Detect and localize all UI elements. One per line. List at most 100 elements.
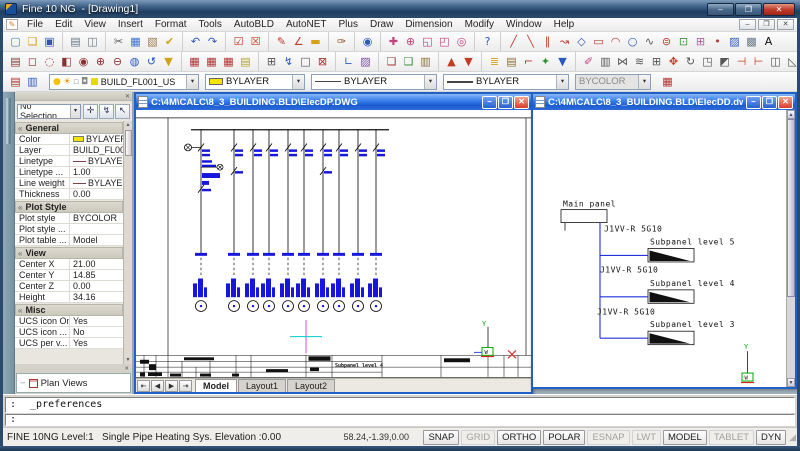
window-elecdp[interactable]: C:\4M\CALC\8_3_BUILDING.BLD\ElecDP.DWG –… — [134, 92, 533, 394]
menu-draw[interactable]: Draw — [364, 19, 399, 30]
chamfer-icon[interactable]: ◺ — [784, 53, 797, 70]
empty-box-icon[interactable]: □ — [297, 53, 314, 70]
scroll-down-icon[interactable]: ▼ — [787, 378, 795, 387]
toggle-snap[interactable]: SNAP — [423, 430, 459, 445]
elecdp-title-bar[interactable]: C:\4M\CALC\8_3_BUILDING.BLD\ElecDP.DWG –… — [136, 94, 531, 110]
plan-views-item[interactable]: − Plan Views — [16, 373, 131, 393]
section-misc[interactable]: «Misc — [15, 304, 123, 316]
sketch-icon[interactable]: ✎ — [273, 33, 290, 50]
extend-icon[interactable]: ⊢ — [750, 53, 767, 70]
palette-scrollbar[interactable]: ▲ ▼ — [123, 121, 132, 364]
toggle-lwt[interactable]: LWT — [632, 430, 661, 445]
array-icon[interactable]: ⊞ — [648, 53, 665, 70]
fine-table-2-icon[interactable]: ▦ — [203, 53, 220, 70]
selection-dropdown-arrow[interactable]: ▾ — [70, 105, 80, 118]
pan-icon[interactable]: ✚ — [385, 33, 402, 50]
scroll-up-icon[interactable]: ▲ — [787, 110, 795, 119]
undo-icon[interactable]: ↶ — [187, 33, 204, 50]
zoom-realtime-icon[interactable]: ⊕ — [402, 33, 419, 50]
property-value[interactable] — [70, 224, 123, 234]
linetype-select[interactable]: BYLAYER ▾ — [311, 74, 437, 90]
spline-icon[interactable]: ∿ — [641, 33, 658, 50]
print-icon[interactable]: ▤ — [67, 33, 84, 50]
quick-select-icon[interactable]: ↯ — [99, 104, 114, 119]
make-block-icon[interactable]: ⊞ — [692, 33, 709, 50]
zoom-dynamic-icon[interactable]: ◌ — [41, 53, 58, 70]
copy-icon[interactable]: ▦ — [127, 33, 144, 50]
zoom-window-2-icon[interactable]: ◻ — [24, 53, 41, 70]
maximize-button[interactable]: ❐ — [735, 3, 762, 16]
open-icon[interactable]: ❏ — [24, 33, 41, 50]
sheets-icon[interactable]: ▥ — [417, 53, 434, 70]
menu-dimension[interactable]: Dimension — [399, 19, 458, 30]
multiline-icon[interactable]: ∥ — [539, 33, 556, 50]
polyline-icon[interactable]: ↝ — [556, 33, 573, 50]
property-value[interactable]: BYLAYER — [70, 178, 123, 188]
toggle-value-icon[interactable]: ✛ — [83, 104, 98, 119]
ruler-icon[interactable]: ▬ — [307, 33, 324, 50]
text-icon[interactable]: A — [760, 33, 777, 50]
property-value[interactable]: 0.00 — [70, 281, 123, 291]
menu-plus[interactable]: Plus — [333, 19, 364, 30]
menu-format[interactable]: Format — [149, 19, 193, 30]
mdi-minimize-button[interactable]: – — [739, 19, 756, 30]
toggle-dyn[interactable]: DYN — [756, 430, 786, 445]
scroll-up-icon[interactable]: ▲ — [126, 121, 131, 129]
layer-dropdown-arrow[interactable]: ▾ — [186, 75, 198, 89]
color-bars-icon[interactable]: ≣ — [486, 53, 503, 70]
scale-icon[interactable]: ◳ — [699, 53, 716, 70]
window-elecdd[interactable]: C:\4M\CALC\8_3_BUILDING.BLD\ElecDD.dwg –… — [531, 92, 797, 389]
selection-combo[interactable]: No Selection ▾ — [17, 104, 81, 119]
resize-grip[interactable]: ◢ — [788, 432, 797, 443]
color-select[interactable]: BYLAYER ▾ — [205, 74, 305, 90]
app-title-bar[interactable]: Fine 10 NG - [Drawing1] – ❐ ✕ — [0, 0, 800, 18]
poly-edit-icon[interactable]: ↯ — [280, 53, 297, 70]
section-general[interactable]: «General — [15, 122, 123, 134]
3d-orbit-icon[interactable]: ↺ — [143, 53, 160, 70]
elecdp-canvas[interactable]: Subpanel level 4 Y W — [136, 110, 531, 378]
batch-plot-icon[interactable]: ☒ — [247, 33, 264, 50]
color-dropdown-arrow[interactable]: ▾ — [292, 75, 304, 89]
scrollbar-thumb[interactable] — [125, 130, 132, 156]
menu-modify[interactable]: Modify — [459, 19, 500, 30]
plan-views-header[interactable]: ✕ — [16, 365, 131, 373]
copy-sheet-icon[interactable]: ❏ — [383, 53, 400, 70]
named-views-icon[interactable]: ▤ — [7, 53, 24, 70]
section-view[interactable]: «View — [15, 247, 123, 259]
menu-help[interactable]: Help — [548, 19, 581, 30]
zoom-window-icon[interactable]: ◱ — [419, 33, 436, 50]
zoom-previous-icon[interactable]: ◰ — [436, 33, 453, 50]
property-value[interactable]: BYLAYER — [70, 134, 123, 144]
tab-nav-3[interactable]: ⇥ — [179, 380, 192, 392]
fine-table-1-icon[interactable]: ▦ — [186, 53, 203, 70]
cut-icon[interactable]: ✂ — [110, 33, 127, 50]
fine-table-3-icon[interactable]: ▦ — [220, 53, 237, 70]
arc-icon[interactable]: ◠ — [607, 33, 624, 50]
toggle-ortho[interactable]: ORTHO — [497, 430, 541, 445]
zoom-out-icon[interactable]: ⊖ — [109, 53, 126, 70]
circle-icon[interactable]: ○ — [624, 33, 641, 50]
tab-layout1[interactable]: Layout1 — [238, 379, 286, 392]
scroll-down-icon[interactable]: ▼ — [126, 356, 131, 364]
elecdd-restore-button[interactable]: ❒ — [762, 96, 777, 109]
point-icon[interactable]: • — [709, 33, 726, 50]
rotate-icon[interactable]: ↻ — [682, 53, 699, 70]
layer-manager-icon[interactable]: ▥ — [24, 73, 41, 90]
trim-icon[interactable]: ⊣ — [733, 53, 750, 70]
select-objects-icon[interactable]: ↖ — [115, 104, 130, 119]
scrollbar-thumb[interactable] — [787, 119, 795, 297]
zoom-in-icon[interactable]: ⊕ — [92, 53, 109, 70]
hatch-icon[interactable]: ▨ — [726, 33, 743, 50]
minimize-button[interactable]: – — [707, 3, 734, 16]
erase-icon[interactable]: ✐ — [580, 53, 597, 70]
move-up-icon[interactable]: ▲ — [443, 53, 460, 70]
save-icon[interactable]: ▣ — [41, 33, 58, 50]
brush-icon[interactable]: ✑ — [333, 33, 350, 50]
angle-l-icon[interactable]: ∟ — [340, 53, 357, 70]
move-icon[interactable]: ✥ — [665, 53, 682, 70]
elecdp-close-button[interactable]: ✕ — [514, 96, 529, 109]
command-input[interactable]: : — [5, 414, 795, 426]
lineweight-select[interactable]: BYLAYER ▾ — [443, 74, 569, 90]
palette-header[interactable]: ✕ — [15, 92, 132, 101]
boxed-x-icon[interactable]: ⊠ — [314, 53, 331, 70]
